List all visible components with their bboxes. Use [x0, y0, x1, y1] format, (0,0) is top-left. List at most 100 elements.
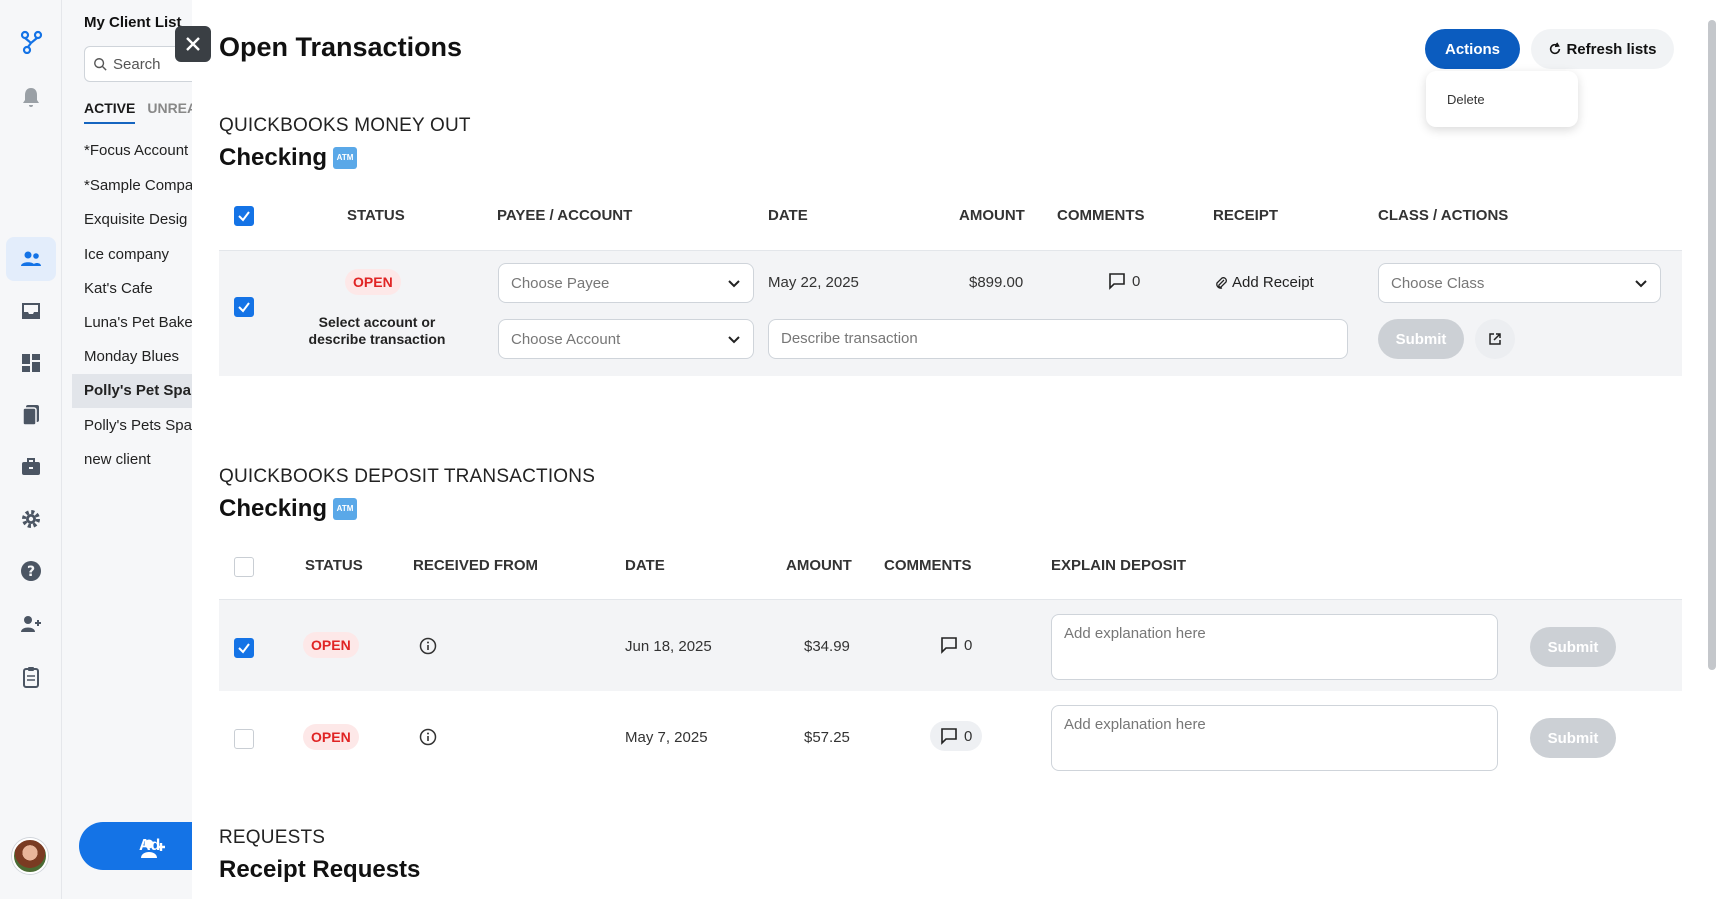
scrollbar[interactable] [1708, 20, 1716, 670]
explain-deposit-input[interactable]: Add explanation here [1051, 614, 1498, 680]
transaction-date: May 22, 2025 [768, 274, 859, 291]
briefcase-icon[interactable] [0, 445, 62, 489]
class-placeholder: Choose Class [1391, 274, 1485, 292]
status-badge: OPEN [345, 269, 401, 295]
check-icon [238, 643, 250, 654]
add-client-button[interactable]: Ad [79, 822, 192, 870]
tab-active[interactable]: ACTIVE [84, 100, 136, 124]
client-item[interactable]: Monday Blues [84, 348, 179, 365]
col-date: DATE [625, 557, 665, 574]
client-item[interactable]: new client [84, 451, 151, 468]
logo-icon[interactable] [0, 20, 62, 64]
client-tabs: ACTIVE UNREA [84, 100, 192, 124]
deposit-date: Jun 18, 2025 [625, 638, 712, 655]
avatar[interactable] [12, 838, 48, 874]
close-panel-button[interactable] [175, 26, 211, 62]
chevron-down-icon [728, 280, 740, 288]
comments-button[interactable]: 0 [1108, 272, 1140, 290]
submit-button[interactable]: Submit [1530, 627, 1616, 667]
atm-icon: ATM [333, 498, 358, 520]
row-checkbox[interactable] [234, 297, 254, 317]
open-external-button[interactable] [1475, 319, 1515, 359]
col-receipt: RECEIPT [1213, 207, 1279, 224]
select-all-deposits-checkbox[interactable] [234, 557, 254, 577]
search-icon [94, 58, 107, 71]
client-list: My Client List Search ACTIVE UNREA *Focu… [62, 0, 192, 899]
comments-button[interactable]: 0 [930, 721, 983, 751]
row-checkbox[interactable] [234, 729, 254, 749]
add-receipt-button[interactable]: Add Receipt [1214, 274, 1314, 291]
client-list-title: My Client List [84, 14, 182, 31]
inbox-icon[interactable] [0, 289, 62, 333]
submit-button[interactable]: Submit [1378, 319, 1464, 359]
comments-count: 0 [964, 727, 973, 745]
col-status: STATUS [305, 557, 363, 574]
col-class-actions: CLASS / ACTIONS [1378, 207, 1509, 224]
documents-icon[interactable] [0, 393, 62, 437]
check-icon [238, 302, 250, 313]
receipt-requests-title: Receipt Requests [219, 856, 420, 884]
add-user-icon[interactable] [0, 602, 62, 646]
receipt-requests-label: Receipt Requests [219, 856, 421, 883]
refresh-icon [1550, 42, 1561, 55]
chevron-down-icon [728, 336, 740, 344]
search-placeholder: Search [113, 55, 161, 73]
client-item[interactable]: *Sample Compa [84, 177, 192, 194]
client-item[interactable]: Exquisite Desig [84, 211, 187, 228]
comments-count: 0 [964, 636, 973, 654]
delete-menu-item[interactable]: Delete [1447, 92, 1485, 107]
account-placeholder: Choose Account [511, 330, 621, 348]
choose-class-select[interactable]: Choose Class [1378, 263, 1661, 303]
describe-transaction-input[interactable]: Describe transaction [768, 319, 1348, 359]
money-out-label: QUICKBOOKS MONEY OUT [219, 115, 471, 136]
submit-button[interactable]: Submit [1530, 718, 1616, 758]
explain-deposit-input[interactable]: Add explanation here [1051, 705, 1498, 771]
status-badge: OPEN [303, 724, 359, 750]
check-icon [238, 211, 250, 222]
info-icon[interactable] [419, 637, 437, 655]
bell-icon[interactable] [0, 75, 62, 119]
tab-unread[interactable]: UNREA [147, 100, 192, 124]
client-item[interactable]: Polly's Pets Spa [84, 417, 192, 434]
col-amount: AMOUNT [959, 207, 1025, 224]
deposits-label: QUICKBOOKS DEPOSIT TRANSACTIONS [219, 466, 596, 487]
client-item[interactable]: Kat's Cafe [84, 280, 153, 297]
payee-placeholder: Choose Payee [511, 274, 610, 292]
col-explain-deposit: EXPLAIN DEPOSIT [1051, 557, 1187, 574]
choose-account-select[interactable]: Choose Account [498, 319, 754, 359]
comments-button[interactable]: 0 [940, 636, 972, 654]
dashboard-icon[interactable] [0, 341, 62, 385]
comment-icon [941, 637, 957, 654]
client-item-selected[interactable]: Polly's Pet Spa ( [72, 374, 192, 408]
comment-icon [1109, 273, 1125, 290]
actions-button[interactable]: Actions [1425, 29, 1520, 69]
client-item[interactable]: *Focus Account [84, 142, 188, 159]
choose-payee-select[interactable]: Choose Payee [498, 263, 754, 303]
svg-text:?: ? [27, 564, 35, 580]
deposit-amount: $34.99 [804, 638, 850, 655]
select-all-checkbox[interactable] [234, 206, 254, 226]
atm-icon: ATM [333, 147, 358, 169]
money-out-account: Checking ATM [219, 144, 358, 172]
gear-icon[interactable] [0, 497, 62, 541]
col-payee-account: PAYEE / ACCOUNT [497, 207, 633, 224]
clipboard-icon[interactable] [0, 655, 62, 699]
actions-dropdown: Delete [1426, 71, 1578, 127]
info-icon[interactable] [419, 728, 437, 746]
refresh-lists-button[interactable]: Refresh lists [1531, 29, 1674, 69]
col-comments: COMMENTS [884, 557, 972, 574]
icon-rail: ? [0, 0, 62, 899]
row-checkbox[interactable] [234, 638, 254, 658]
page-title: Open Transactions [219, 32, 463, 62]
comments-count: 0 [1132, 272, 1141, 290]
transaction-amount: $899.00 [969, 274, 1024, 291]
money-out-account-name: Checking [219, 144, 328, 171]
client-item[interactable]: Luna's Pet Baker [84, 314, 192, 331]
add-user-icon [141, 839, 165, 858]
help-icon[interactable]: ? [0, 549, 62, 593]
client-item[interactable]: Ice company [84, 246, 169, 263]
users-icon[interactable] [6, 237, 56, 281]
close-icon [186, 37, 200, 51]
col-received-from: RECEIVED FROM [413, 557, 539, 574]
status-note: Select account or describe transaction [308, 314, 446, 347]
